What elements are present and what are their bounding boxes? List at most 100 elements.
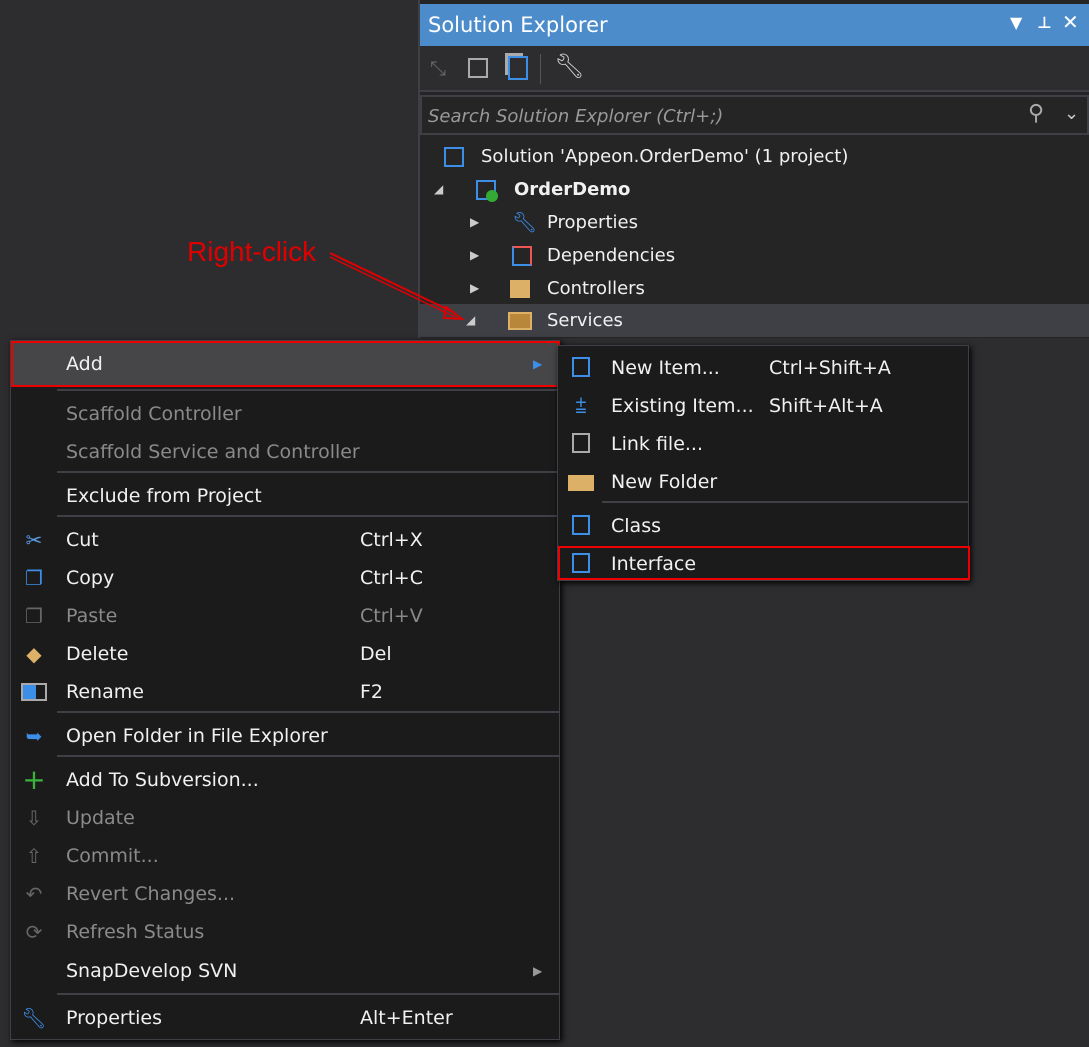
menu-item-snapdevelop-svn[interactable]: SnapDevelop SVN ▶ — [11, 952, 559, 990]
panel-title-bar: Solution Explorer ▼ ⊥ ✕ — [420, 4, 1089, 46]
menu-item-shortcut: Shift+Alt+A — [769, 395, 883, 417]
copy-icon: ❐ — [25, 566, 43, 590]
open-folder-arrow-icon: ➥ — [25, 724, 43, 748]
tree-item-label: Services — [547, 310, 623, 331]
plus-icon: + — [22, 763, 46, 796]
menu-item-update[interactable]: ⇩ Update — [11, 799, 559, 837]
menu-item-new-item[interactable]: New Item... Ctrl+Shift+A — [558, 349, 968, 387]
menu-item-refresh-status[interactable]: ⟳ Refresh Status — [11, 913, 559, 951]
menu-item-label: Delete — [66, 643, 129, 665]
collapsed-triangle-icon[interactable]: ▶ — [470, 206, 479, 239]
tree-item-properties[interactable]: ▶ 🔧︎ Properties — [420, 206, 1089, 239]
menu-item-shortcut: Ctrl+Shift+A — [769, 357, 891, 379]
add-submenu: New Item... Ctrl+Shift+A ⩲ Existing Item..… — [557, 345, 970, 581]
menu-item-scaffold-controller[interactable]: Scaffold Controller — [11, 395, 559, 433]
menu-item-label: Cut — [66, 529, 99, 551]
separator — [57, 755, 559, 757]
solution-icon — [444, 147, 464, 167]
menu-item-shortcut: Alt+Enter — [360, 1007, 453, 1029]
dropdown-icon[interactable]: ▼ — [1010, 13, 1022, 32]
menu-item-properties[interactable]: 🔧︎ Properties Alt+Enter — [11, 999, 559, 1037]
separator — [57, 471, 559, 473]
menu-item-label: Scaffold Service and Controller — [66, 441, 360, 463]
solution-explorer-panel: Solution Explorer ▼ ⊥ ✕ ⤡ 🔧︎ Search Solu… — [418, 0, 1089, 338]
wrench-icon: 🔧︎ — [512, 210, 538, 234]
menu-item-label: Revert Changes... — [66, 883, 236, 905]
highlight-box — [558, 546, 970, 580]
search-input[interactable]: Search Solution Explorer (Ctrl+;) ⚲ ⌄ — [420, 95, 1089, 135]
menu-item-label: New Item... — [611, 357, 720, 379]
menu-item-label: Paste — [66, 605, 118, 627]
menu-item-label: Open Folder in File Explorer — [66, 725, 328, 747]
separator — [602, 501, 968, 503]
menu-item-shortcut: F2 — [360, 681, 384, 703]
menu-item-label: SnapDevelop SVN — [66, 960, 238, 982]
context-menu: Add ▶ Scaffold Controller Scaffold Servi… — [10, 340, 560, 1040]
tree-item-services[interactable]: ◢ Services — [420, 304, 1089, 337]
revert-icon: ↶ — [25, 882, 43, 906]
collapse-all-icon[interactable] — [468, 58, 488, 78]
web-project-icon — [476, 180, 498, 202]
pin-icon[interactable]: ⊥ — [1037, 13, 1052, 32]
existing-item-icon: ⩲ — [575, 394, 587, 418]
new-folder-icon — [568, 475, 594, 491]
menu-item-label: Rename — [66, 681, 144, 703]
scissors-icon: ✂ — [25, 528, 43, 552]
menu-item-new-folder[interactable]: New Folder — [558, 463, 968, 501]
menu-item-label: Properties — [66, 1007, 163, 1029]
menu-item-link-file[interactable]: Link file... — [558, 425, 968, 463]
menu-item-label: Add To Subversion... — [66, 769, 259, 791]
separator — [57, 515, 559, 517]
menu-item-class[interactable]: Class — [558, 507, 968, 545]
search-options-chevron-down-icon[interactable]: ⌄ — [1064, 103, 1079, 124]
sync-icon[interactable]: ⤡ — [430, 56, 446, 80]
menu-item-shortcut: Ctrl+V — [360, 605, 423, 627]
menu-item-copy[interactable]: ❐ Copy Ctrl+C — [11, 559, 559, 597]
submenu-arrow-icon: ▶ — [533, 964, 543, 978]
menu-item-paste[interactable]: ❐ Paste Ctrl+V — [11, 597, 559, 635]
highlight-box — [11, 341, 560, 387]
panel-title: Solution Explorer — [428, 13, 608, 37]
separator — [57, 993, 559, 995]
update-icon: ⇩ — [25, 806, 43, 830]
rename-icon — [21, 683, 47, 701]
menu-item-existing-item[interactable]: ⩲ Existing Item... Shift+Alt+A — [558, 387, 968, 425]
open-folder-icon — [508, 312, 532, 330]
commit-icon: ⇧ — [25, 844, 43, 868]
menu-item-exclude-from-project[interactable]: Exclude from Project — [11, 477, 559, 515]
tree-item-orderdemo[interactable]: ◢ OrderDemo — [420, 173, 1089, 206]
expanded-triangle-icon[interactable]: ◢ — [434, 173, 443, 206]
menu-item-scaffold-service-and-controller[interactable]: Scaffold Service and Controller — [11, 433, 559, 471]
tree-item-controllers[interactable]: ▶ Controllers — [420, 272, 1089, 305]
close-icon[interactable]: ✕ — [1062, 10, 1079, 34]
menu-item-shortcut: Ctrl+C — [360, 567, 423, 589]
menu-item-commit[interactable]: ⇧ Commit... — [11, 837, 559, 875]
menu-item-label: Update — [66, 807, 135, 829]
menu-item-add-to-subversion[interactable]: + Add To Subversion... — [11, 761, 559, 799]
collapsed-triangle-icon[interactable]: ▶ — [470, 239, 479, 272]
menu-item-cut[interactable]: ✂ Cut Ctrl+X — [11, 521, 559, 559]
menu-item-shortcut: Del — [360, 643, 392, 665]
paste-icon: ❐ — [25, 604, 43, 628]
menu-item-revert-changes[interactable]: ↶ Revert Changes... — [11, 875, 559, 913]
link-file-icon — [572, 433, 590, 453]
menu-item-label: Exclude from Project — [66, 485, 262, 507]
menu-item-open-folder-in-file-explorer[interactable]: ➥ Open Folder in File Explorer — [11, 717, 559, 755]
eraser-icon: ◆ — [26, 642, 42, 666]
menu-item-label: Existing Item... — [611, 395, 754, 417]
annotation-arrow — [329, 252, 466, 321]
properties-wrench-icon[interactable]: 🔧︎ — [554, 52, 584, 80]
tree-item-label: Solution 'Appeon.OrderDemo' (1 project) — [481, 146, 849, 167]
menu-item-label: Link file... — [611, 433, 704, 455]
menu-item-label: New Folder — [611, 471, 718, 493]
tree-item-dependencies[interactable]: ▶ Dependencies — [420, 239, 1089, 272]
search-icon[interactable]: ⚲ — [1028, 101, 1044, 126]
collapsed-triangle-icon[interactable]: ▶ — [470, 272, 479, 305]
menu-item-label: Class — [611, 515, 661, 537]
class-icon — [572, 515, 590, 535]
tree-item-solution[interactable]: Solution 'Appeon.OrderDemo' (1 project) — [420, 140, 1089, 173]
menu-item-rename[interactable]: Rename F2 — [11, 673, 559, 711]
toolbar-separator — [540, 54, 541, 84]
show-all-files-icon[interactable] — [508, 56, 528, 80]
menu-item-delete[interactable]: ◆ Delete Del — [11, 635, 559, 673]
